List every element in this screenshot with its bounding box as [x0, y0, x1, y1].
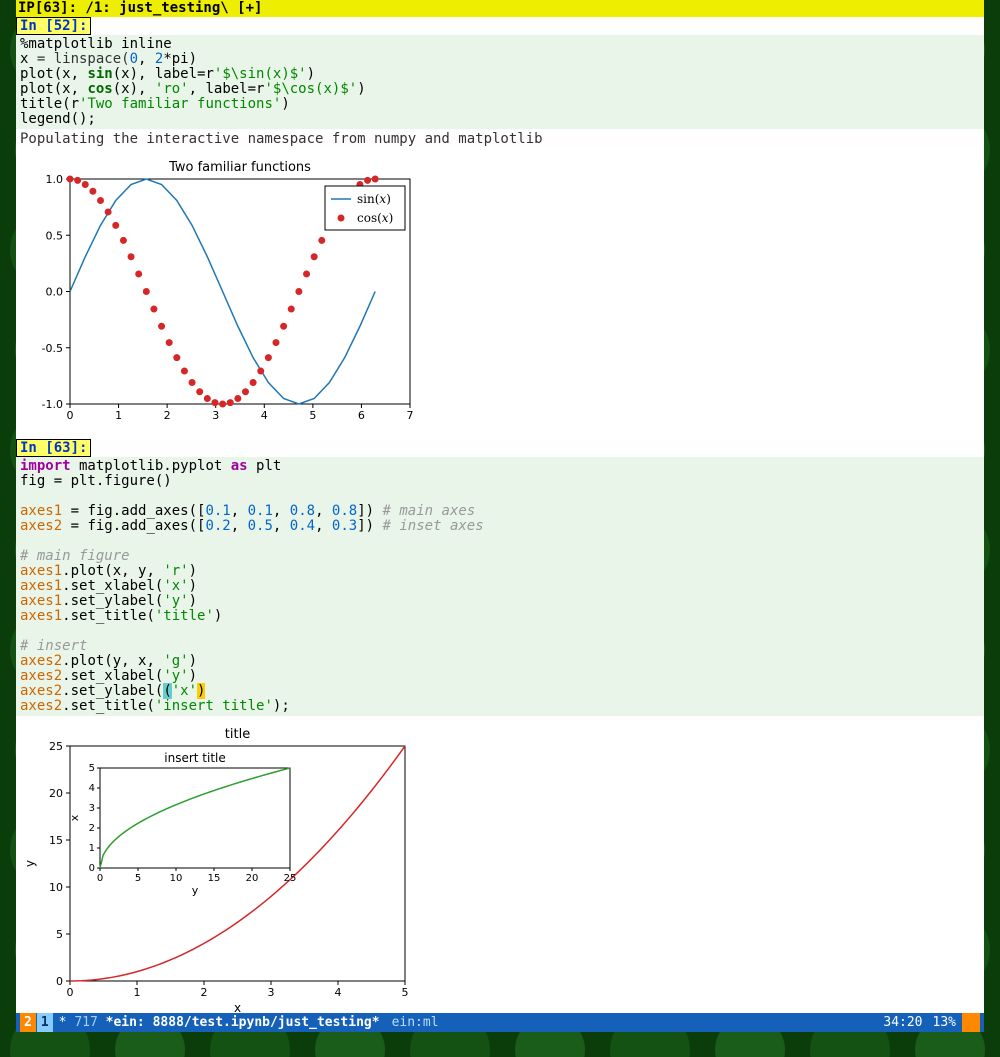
svg-text:2: 2 — [89, 823, 95, 834]
svg-text:0.5: 0.5 — [46, 229, 64, 242]
svg-text:0: 0 — [67, 409, 74, 422]
svg-text:4: 4 — [335, 986, 342, 999]
emacs-window: IP[63]: /1: just_testing\ [+] In [52]: %… — [16, 0, 984, 1032]
output-text: Populating the interactive namespace fro… — [16, 129, 984, 149]
svg-text:2: 2 — [164, 409, 171, 422]
notebook-cell-52[interactable]: In [52]: %matplotlib inline x = linspace… — [16, 17, 984, 439]
svg-text:20: 20 — [246, 873, 259, 884]
svg-text:Two familiar functions: Two familiar functions — [168, 160, 311, 175]
svg-text:2: 2 — [201, 986, 208, 999]
svg-text:25: 25 — [284, 873, 297, 884]
modeline-endcap — [962, 1013, 980, 1032]
input-prompt: In [63]: — [16, 439, 91, 457]
modeline-buffer-name: *ein: 8888/test.ipynb/just_testing* — [106, 1013, 380, 1032]
svg-text:0.0: 0.0 — [46, 286, 64, 299]
svg-text:-1.0: -1.0 — [42, 398, 63, 411]
svg-text:insert title: insert title — [164, 751, 226, 765]
window-titlebar: IP[63]: /1: just_testing\ [+] — [16, 0, 984, 17]
svg-text:15: 15 — [208, 873, 221, 884]
svg-text:-0.5: -0.5 — [42, 342, 63, 355]
buffer-content[interactable]: In [52]: %matplotlib inline x = linspace… — [16, 17, 984, 1013]
notebook-cell-63[interactable]: In [63]: import matplotlib.pyplot as plt… — [16, 439, 984, 1013]
svg-text:3: 3 — [212, 409, 219, 422]
svg-text:1: 1 — [115, 409, 122, 422]
svg-text:cos(x): cos(x) — [357, 211, 393, 225]
title-insert-plot: title0123450510152025xyinsert title05101… — [20, 726, 420, 1013]
svg-text:title: title — [225, 727, 250, 742]
svg-text:20: 20 — [49, 787, 63, 800]
svg-text:10: 10 — [49, 881, 63, 894]
chart-output-1: Two familiar functions 0 1 2 3 4 5 6 7 -1.0 -0.5 0.… — [16, 149, 984, 439]
svg-text:y: y — [192, 884, 199, 897]
svg-text:3: 3 — [268, 986, 275, 999]
svg-text:10: 10 — [170, 873, 183, 884]
modeline-major-mode: ein:ml — [392, 1013, 439, 1032]
svg-text:5: 5 — [89, 763, 95, 774]
modeline-line-info: 717 — [74, 1013, 97, 1032]
svg-text:sin(x): sin(x) — [357, 192, 391, 206]
svg-text:6: 6 — [358, 409, 365, 422]
svg-text:15: 15 — [49, 834, 63, 847]
input-prompt: In [52]: — [16, 17, 91, 35]
code-block[interactable]: import matplotlib.pyplot as plt fig = pl… — [16, 457, 984, 716]
cursor-position: ) — [197, 683, 205, 699]
cursor-region-open: ( — [163, 683, 171, 699]
modeline-cursor-position: 34:20 — [883, 1013, 922, 1032]
svg-text:25: 25 — [49, 740, 63, 753]
svg-text:5: 5 — [402, 986, 409, 999]
svg-text:0: 0 — [89, 863, 95, 874]
svg-text:1: 1 — [134, 986, 141, 999]
svg-text:7: 7 — [407, 409, 414, 422]
modeline-scroll-percent: 13% — [933, 1013, 956, 1032]
svg-text:4: 4 — [89, 783, 95, 794]
svg-text:5: 5 — [56, 928, 63, 941]
svg-text:5: 5 — [309, 409, 316, 422]
svg-text:x: x — [234, 1001, 241, 1013]
chart-output-2: title0123450510152025xyinsert title05101… — [16, 716, 984, 1013]
svg-text:0: 0 — [56, 975, 63, 988]
svg-text:3: 3 — [89, 803, 95, 814]
svg-text:4: 4 — [261, 409, 268, 422]
svg-text:0: 0 — [97, 873, 103, 884]
svg-text:5: 5 — [135, 873, 141, 884]
svg-text:x: x — [68, 814, 81, 821]
modeline-modified-star: * — [59, 1013, 67, 1032]
code-block[interactable]: %matplotlib inline x = linspace(0, 2*pi)… — [16, 35, 984, 129]
svg-text:0: 0 — [67, 986, 74, 999]
modeline-badge-1: 2 — [20, 1013, 36, 1032]
svg-text:y: y — [23, 860, 37, 867]
two-familiar-functions-plot: Two familiar functions 0 1 2 3 4 5 6 7 -1.0 -0.5 0.… — [20, 159, 420, 429]
modeline: 21 * 717 *ein: 8888/test.ipynb/just_test… — [16, 1013, 984, 1032]
svg-text:1: 1 — [89, 843, 95, 854]
modeline-badge-2: 1 — [37, 1013, 53, 1032]
svg-text:1.0: 1.0 — [46, 173, 64, 186]
